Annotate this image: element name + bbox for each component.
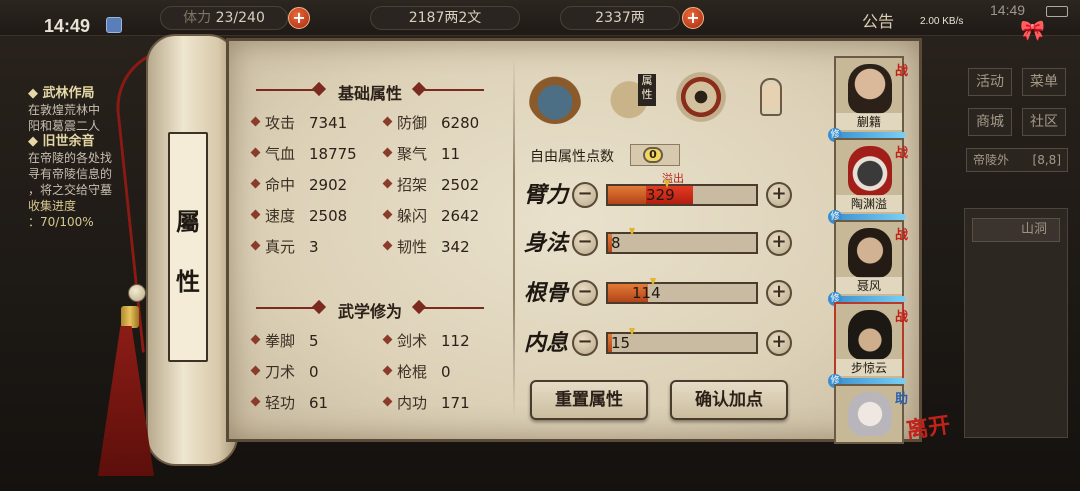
constitution-plus-button[interactable]: +: [766, 280, 792, 306]
stat-internal: 内功 171: [382, 392, 470, 413]
avatar: [848, 392, 892, 436]
stat-defense: 防御 6280: [382, 112, 479, 133]
avatar: [848, 228, 892, 278]
stat-toughness: 韧性 342: [382, 236, 470, 257]
stat-true-essence: 真元 3: [250, 236, 319, 257]
stamina-prefix: 体力: [183, 10, 212, 26]
party-member-5[interactable]: 助: [834, 384, 908, 444]
activity-button[interactable]: 活动: [968, 68, 1012, 96]
map-location-cave[interactable]: 山洞: [972, 218, 1060, 242]
attribute-flag: 属性: [638, 74, 656, 106]
alloc-name-breath: 内息: [524, 330, 569, 356]
breath-plus-button[interactable]: +: [766, 330, 792, 356]
top-bar: 14:49 体力 23/240 + 2187两2文 2337两 + 公告 2.0…: [0, 0, 1080, 42]
stat-hit: 命中 2902: [250, 174, 347, 195]
martial-attrs-header: 武学修为: [256, 298, 484, 321]
constitution-minus-button[interactable]: −: [572, 280, 598, 306]
shop-button[interactable]: 商城: [968, 108, 1012, 136]
add-stamina-button[interactable]: +: [288, 7, 310, 29]
stat-fist: 拳脚 5: [250, 330, 319, 351]
attribute-book-icon[interactable]: 属性: [602, 70, 656, 124]
paper-divider: [513, 58, 515, 418]
avatar: [848, 64, 892, 114]
party-member-3[interactable]: 聂风 战 修: [828, 220, 908, 306]
stamina-value: 23/240: [215, 10, 265, 26]
agility-plus-button[interactable]: +: [766, 230, 792, 256]
strength-minus-button[interactable]: −: [572, 182, 598, 208]
agility-minus-button[interactable]: −: [572, 230, 598, 256]
basic-attrs-header: 基础属性: [256, 80, 484, 103]
party-member-1[interactable]: 蒯籍 战 修: [828, 56, 908, 142]
bagua-icon[interactable]: [674, 70, 728, 124]
stat-parry: 招架 2502: [382, 174, 479, 195]
status-time-right: 14:49: [990, 2, 1026, 18]
breath-value: 15: [611, 334, 631, 352]
stat-speed: 速度 2508: [250, 205, 347, 226]
agility-value: 8: [611, 234, 621, 252]
breath-bar: 15: [606, 328, 758, 354]
silver-pill: 2187两2文: [370, 6, 520, 30]
stat-lightness: 轻功 61: [250, 392, 328, 413]
alloc-name-constitution: 根骨: [524, 280, 569, 306]
battery-icon: [1046, 6, 1068, 17]
stat-spear-staff: 枪棍 0: [382, 361, 451, 382]
gold-pill: 2337两: [560, 6, 680, 30]
stat-sword: 剑术 112: [382, 330, 470, 351]
breath-minus-button[interactable]: −: [572, 330, 598, 356]
reset-attributes-button[interactable]: 重置属性: [530, 380, 648, 420]
stat-dodge: 躲闪 2642: [382, 205, 479, 226]
bamboo-hat-icon[interactable]: [528, 70, 582, 124]
net-speed: 2.00 KB/s: [920, 16, 964, 27]
status-time: 14:49: [44, 16, 91, 36]
stat-hp: 气血 18775: [250, 143, 357, 164]
location-label: 帝陵外 [8,8]: [966, 148, 1068, 172]
tassel-bead: [128, 284, 146, 302]
meridian-body-icon[interactable]: [744, 70, 798, 124]
stamina-pill: 体力 23/240: [160, 6, 288, 30]
add-gold-button[interactable]: +: [682, 7, 704, 29]
announcement-button[interactable]: 公告: [862, 8, 894, 32]
strength-value: 329: [646, 186, 675, 204]
app-notification-icon: [106, 17, 122, 33]
avatar: [848, 146, 892, 196]
party-member-4[interactable]: 步惊云 战 修: [828, 302, 908, 388]
strength-plus-button[interactable]: +: [766, 182, 792, 208]
tassel-cap: [121, 306, 139, 328]
avatar: [848, 310, 892, 360]
minimap-panel: [964, 208, 1068, 438]
leave-button[interactable]: 离开: [904, 407, 952, 445]
alloc-name-agility: 身法: [524, 230, 569, 256]
stat-attack: 攻击 7341: [250, 112, 347, 133]
bow-icon: 🎀: [1020, 18, 1045, 42]
party-member-2[interactable]: 陶渊溢 战 修: [828, 138, 908, 224]
constitution-value: 114: [632, 284, 661, 302]
confirm-allocation-button[interactable]: 确认加点: [670, 380, 788, 420]
free-points-label: 自由属性点数: [530, 149, 614, 165]
constitution-bar: 114: [606, 278, 758, 304]
agility-bar: 8: [606, 228, 758, 254]
gold-value: 2337两: [595, 10, 645, 26]
silver-value: 2187两2文: [408, 10, 482, 26]
stat-blade: 刀术 0: [250, 361, 319, 382]
alloc-name-strength: 臂力: [524, 182, 569, 208]
strength-bar: 329: [606, 180, 758, 206]
free-points-box: 0: [630, 144, 680, 166]
stat-gather-qi: 聚气 11: [382, 143, 460, 164]
community-button[interactable]: 社区: [1022, 108, 1066, 136]
scroll-tab-attributes: 屬 性: [168, 132, 208, 362]
free-points-value: 0: [643, 147, 663, 163]
menu-button[interactable]: 菜单: [1022, 68, 1066, 96]
